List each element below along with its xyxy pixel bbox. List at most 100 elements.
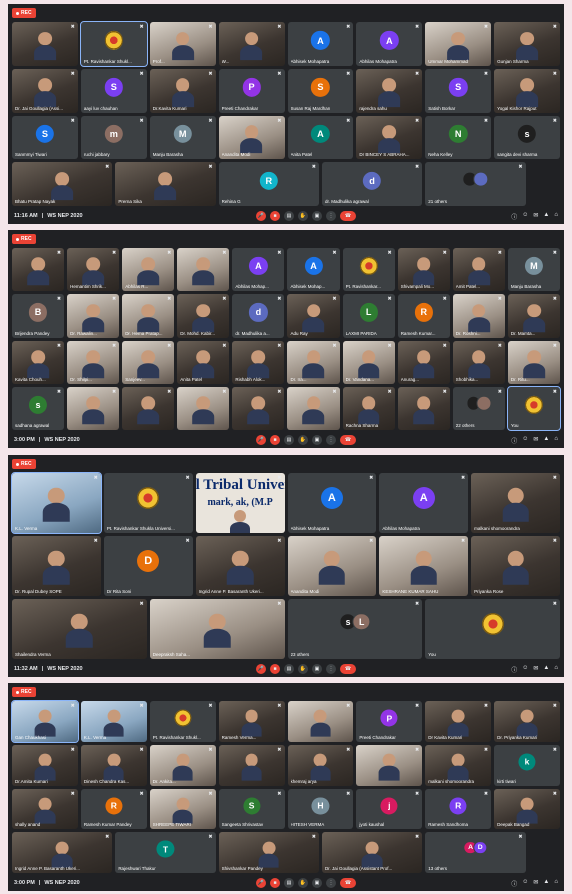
participant-tile[interactable]: ✖ Pt. Ravishankar Shukl...: [149, 701, 216, 742]
lock-icon[interactable]: ⌂: [554, 212, 558, 221]
participant-tile[interactable]: ✖ KESHRANE KUMAR SAHU: [379, 536, 469, 596]
participant-tile[interactable]: ✖ Dr. Hema Pratap...: [122, 294, 175, 338]
participant-tile[interactable]: P ✖ Preeti Chandrakar: [218, 68, 285, 113]
participant-tile[interactable]: ✖ Adu Ray: [287, 294, 340, 338]
participant-tile[interactable]: ✖ Dr Kavita Kumari: [425, 701, 492, 742]
participant-tile[interactable]: ✖ 22 others: [452, 386, 505, 430]
participant-tile[interactable]: ✖: [356, 744, 423, 786]
more-button[interactable]: ⋮: [326, 878, 336, 888]
participant-tile[interactable]: ✖ Dr. Vandana...: [342, 340, 395, 384]
participant-tile[interactable]: A ✖ Abhisek Mohapatra: [287, 473, 377, 533]
captions-button[interactable]: ▤: [284, 211, 294, 221]
participant-tile[interactable]: k ✖ kirti tiwari: [494, 744, 560, 786]
present-button[interactable]: ▣: [312, 435, 322, 445]
participant-tile[interactable]: ✖ SHREEPE TIWARI: [149, 788, 216, 830]
captions-button[interactable]: ▤: [284, 435, 294, 445]
participant-tile[interactable]: ✖: [232, 386, 285, 430]
people-icon[interactable]: ☺: [522, 436, 528, 445]
participant-tile[interactable]: ✖ Anurag...: [397, 340, 450, 384]
chat-icon[interactable]: ✉: [533, 436, 538, 445]
participant-tile[interactable]: ✖: [67, 386, 120, 430]
participant-tile[interactable]: ✖ Rachna Sharma: [342, 386, 395, 430]
participant-tile[interactable]: ✖: [287, 701, 354, 742]
participant-tile[interactable]: ✖ Bhatu Pratap Nayak: [12, 162, 113, 206]
end-call-button[interactable]: ☎: [340, 878, 356, 888]
participant-tile[interactable]: ✖ Amit Patel...: [452, 248, 505, 292]
participant-tile[interactable]: B ✖ Brijendra Pandey: [12, 294, 65, 338]
participant-tile[interactable]: ✖ Dr. Rupal Dubey SOPE: [12, 536, 101, 596]
participant-tile[interactable]: d ✖ dr. Madhulika agrawal: [321, 162, 423, 206]
participant-tile[interactable]: ✖ Anandita Modi: [287, 536, 377, 596]
participant-tile[interactable]: s ✖ sangita devi sharma: [494, 115, 560, 160]
captions-button[interactable]: ▤: [284, 664, 294, 674]
participant-tile[interactable]: M ✖ Manju Barasha: [507, 248, 560, 292]
participant-tile[interactable]: ✖ Dr. Rawalin...: [67, 294, 120, 338]
info-icon[interactable]: ⓘ: [511, 665, 517, 674]
participant-tile[interactable]: ✖: [177, 386, 230, 430]
raise-hand-button[interactable]: ✋: [298, 878, 308, 888]
participant-tile[interactable]: ✖ Ingrid Anne P. Basaranth Ukeri...: [12, 832, 113, 873]
participant-tile[interactable]: S ✖ Sangeeta Shrivastav: [218, 788, 285, 830]
end-call-button[interactable]: ☎: [340, 435, 356, 445]
participant-tile[interactable]: S ✖ Susan Raj Mardhan: [287, 68, 354, 113]
participant-tile[interactable]: ✖ Hemantim Shrik...: [67, 248, 120, 292]
participant-tile[interactable]: ✖ Dr. Shilpi...: [67, 340, 120, 384]
participant-tile[interactable]: ✖ Shobhika...: [452, 340, 505, 384]
participant-tile[interactable]: R ✖ Ramesh Kumar...: [397, 294, 450, 338]
participant-tile[interactable]: ✖ Dr. Roshni...: [452, 294, 505, 338]
participant-tile[interactable]: ✖ Dr.Kavita Kumari: [149, 68, 216, 113]
participant-tile[interactable]: L ✖ LAXMI PARIDA: [342, 294, 395, 338]
participant-tile[interactable]: ✖ Ramesh Verma...: [218, 701, 285, 742]
participant-tile[interactable]: A ✖ Abhilas Mohap...: [232, 248, 285, 292]
people-icon[interactable]: ☺: [522, 879, 528, 888]
raise-hand-button[interactable]: ✋: [298, 435, 308, 445]
participant-tile[interactable]: ✖ Gunjan Sharma: [494, 22, 560, 66]
raise-hand-button[interactable]: ✋: [298, 211, 308, 221]
participant-tile[interactable]: ✖ Prerna Sika: [115, 162, 216, 206]
participant-tile[interactable]: A ✖ Abhilas Mohapatra: [356, 22, 423, 66]
end-call-button[interactable]: ☎: [340, 664, 356, 674]
participant-tile[interactable]: R ✖ Rehina G: [218, 162, 319, 206]
participant-tile[interactable]: l Tribal Univers mark, ak, (M.P ✖: [195, 473, 285, 533]
participant-tile[interactable]: N ✖ Neha Kelley: [425, 115, 492, 160]
participant-tile[interactable]: R ✖ Ramesh Sandhoma: [425, 788, 492, 830]
info-icon[interactable]: ⓘ: [511, 212, 517, 221]
participant-tile[interactable]: ✖ Dr. Jai Goullagia (Assi...: [12, 68, 78, 113]
participant-tile[interactable]: ✖ Rishabh Alok...: [232, 340, 285, 384]
activities-icon[interactable]: ▲: [543, 665, 549, 674]
people-icon[interactable]: ☺: [522, 212, 528, 221]
present-button[interactable]: ▣: [312, 664, 322, 674]
participant-tile[interactable]: ✖: [122, 386, 175, 430]
participant-tile[interactable]: ✖ Deepak Bangad: [494, 788, 560, 830]
participant-tile[interactable]: ✖ Anandita Modi: [218, 115, 285, 160]
participant-tile[interactable]: ✖: [397, 386, 450, 430]
participant-tile[interactable]: S ✖ Sanmmyi Tiwari: [12, 115, 78, 160]
participant-tile[interactable]: ✖ W...: [218, 22, 285, 66]
mic-button[interactable]: 🎤: [256, 211, 266, 221]
more-button[interactable]: ⋮: [326, 664, 336, 674]
participant-tile[interactable]: d ✖ dr. Madhulika a...: [232, 294, 285, 338]
info-icon[interactable]: ⓘ: [511, 879, 517, 888]
participant-tile[interactable]: ✖ K.L. Verma: [11, 472, 102, 534]
participant-tile[interactable]: ✖ Dr. Ankita...: [149, 744, 216, 786]
participant-tile[interactable]: ✖: [12, 248, 65, 292]
participant-tile[interactable]: ✖ Dr. Mohd. Kabir...: [177, 294, 230, 338]
participant-tile[interactable]: A ✖ Abhisek Mohap...: [287, 248, 340, 292]
camera-button[interactable]: ■: [270, 211, 280, 221]
participant-tile[interactable]: s ✖ sadhana agrawal: [12, 386, 65, 430]
activities-icon[interactable]: ▲: [543, 436, 549, 445]
participant-tile[interactable]: ✖ Yogal Kishor Rajput: [494, 68, 560, 113]
participant-tile[interactable]: P ✖ Preeti Chandrakar: [356, 701, 423, 742]
participant-tile[interactable]: T ✖ Rajeshwari Thakur: [115, 832, 216, 873]
participant-tile[interactable]: A ✖ Anita Patel: [287, 115, 354, 160]
participant-tile[interactable]: s L ✖ 23 others: [287, 599, 423, 659]
participant-tile[interactable]: ✖: [177, 248, 230, 292]
captions-button[interactable]: ▤: [284, 878, 294, 888]
participant-tile[interactable]: ✖ Kavita Chouh...: [12, 340, 65, 384]
participant-tile[interactable]: ✖ malkani shomoorandra: [471, 473, 560, 533]
camera-button[interactable]: ■: [270, 878, 280, 888]
participant-tile[interactable]: ✖ Dr BINCEY S ABRAHA...: [356, 115, 423, 160]
chat-icon[interactable]: ✉: [533, 665, 538, 674]
lock-icon[interactable]: ⌂: [554, 436, 558, 445]
participant-tile[interactable]: ✖ Pt. Ravishankar...: [342, 248, 395, 292]
